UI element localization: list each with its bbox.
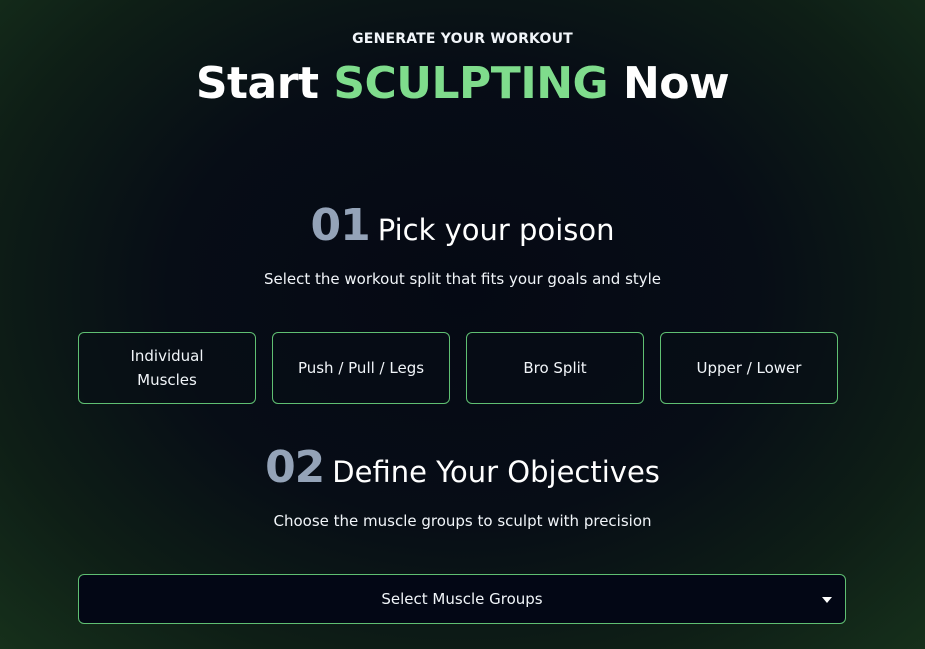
- caret-down-icon[interactable]: [822, 597, 832, 603]
- step1-title: Pick your poison: [377, 213, 615, 247]
- muscle-groups-select[interactable]: Select Muscle Groups: [78, 574, 846, 624]
- step1-number: 01: [310, 200, 371, 251]
- split-option-push-pull-legs[interactable]: Push / Pull / Legs: [272, 332, 450, 404]
- step2-number: 02: [265, 442, 325, 493]
- split-option-upper-lower[interactable]: Upper / Lower: [660, 332, 838, 404]
- eyebrow-label: GENERATE YOUR WORKOUT: [352, 31, 573, 47]
- step2-description: Choose the muscle groups to sculpt with …: [273, 512, 652, 530]
- title-start: Start: [195, 58, 319, 109]
- muscle-groups-select-label: Select Muscle Groups: [381, 590, 543, 608]
- page-title: Start SCULPTING Now: [0, 54, 925, 114]
- title-end: Now: [622, 58, 730, 109]
- step1-heading: 01 Pick your poison: [0, 198, 925, 263]
- step1-description: Select the workout split that fits your …: [263, 270, 662, 288]
- step2-title: Define Your Objectives: [332, 455, 660, 489]
- step2-heading: 02 Define Your Objectives: [0, 440, 925, 505]
- split-options: Individual Muscles Push / Pull / Legs Br…: [78, 332, 838, 404]
- split-option-bro-split[interactable]: Bro Split: [466, 332, 644, 404]
- title-accent: SCULPTING: [333, 58, 609, 109]
- split-option-individual-muscles[interactable]: Individual Muscles: [78, 332, 256, 404]
